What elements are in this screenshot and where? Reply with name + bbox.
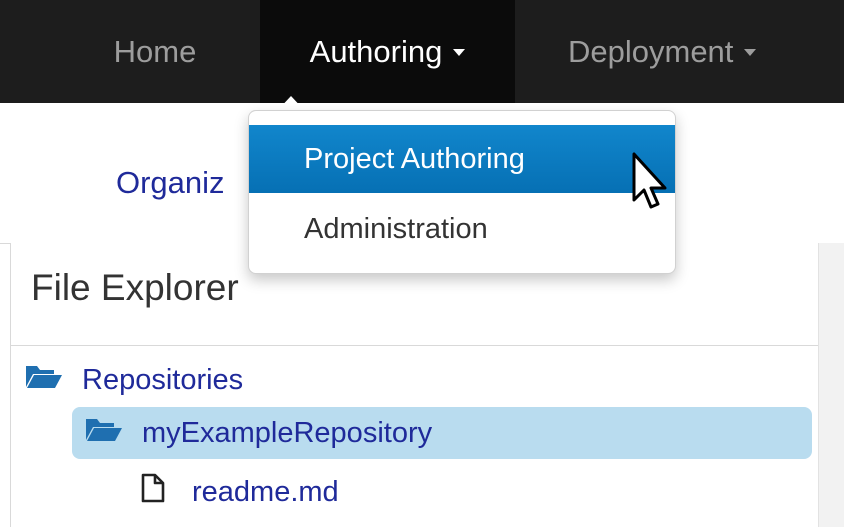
folder-open-icon xyxy=(24,363,64,397)
caret-down-icon xyxy=(453,49,466,56)
menu-item-project-authoring[interactable]: Project Authoring xyxy=(249,125,675,193)
nav-authoring[interactable]: Authoring xyxy=(260,0,515,103)
dropdown-arrow xyxy=(277,96,305,111)
nav-authoring-label: Authoring xyxy=(309,33,443,69)
tree-item-label: myExampleRepository xyxy=(142,416,433,449)
menu-item-administration[interactable]: Administration xyxy=(249,195,675,263)
panel-title: File Explorer xyxy=(31,267,239,308)
tree-item-repositories[interactable]: Repositories xyxy=(24,361,243,399)
tree-item-myexamplerepository[interactable]: myExampleRepository xyxy=(72,407,812,459)
tree-item-label: Repositories xyxy=(82,363,244,396)
authoring-dropdown-menu: Project Authoring Administration xyxy=(248,110,676,274)
side-scroll-area xyxy=(818,243,844,527)
nav-home-label: Home xyxy=(113,33,197,69)
tree-item-label: readme.md xyxy=(192,475,339,508)
folder-open-icon xyxy=(84,416,124,450)
top-navbar: Home Authoring Deployment xyxy=(0,0,844,103)
app-window: Home Authoring Deployment Organiz itorie… xyxy=(0,0,844,527)
organizational-units-link[interactable]: Organiz xyxy=(116,165,225,201)
mouse-pointer-icon xyxy=(630,150,670,214)
file-icon xyxy=(140,473,166,511)
nav-deployment[interactable]: Deployment xyxy=(544,0,844,103)
nav-deployment-label: Deployment xyxy=(568,33,734,69)
nav-home[interactable]: Home xyxy=(85,0,225,103)
caret-down-icon xyxy=(744,49,757,56)
tree-item-readme[interactable]: readme.md xyxy=(140,472,339,512)
